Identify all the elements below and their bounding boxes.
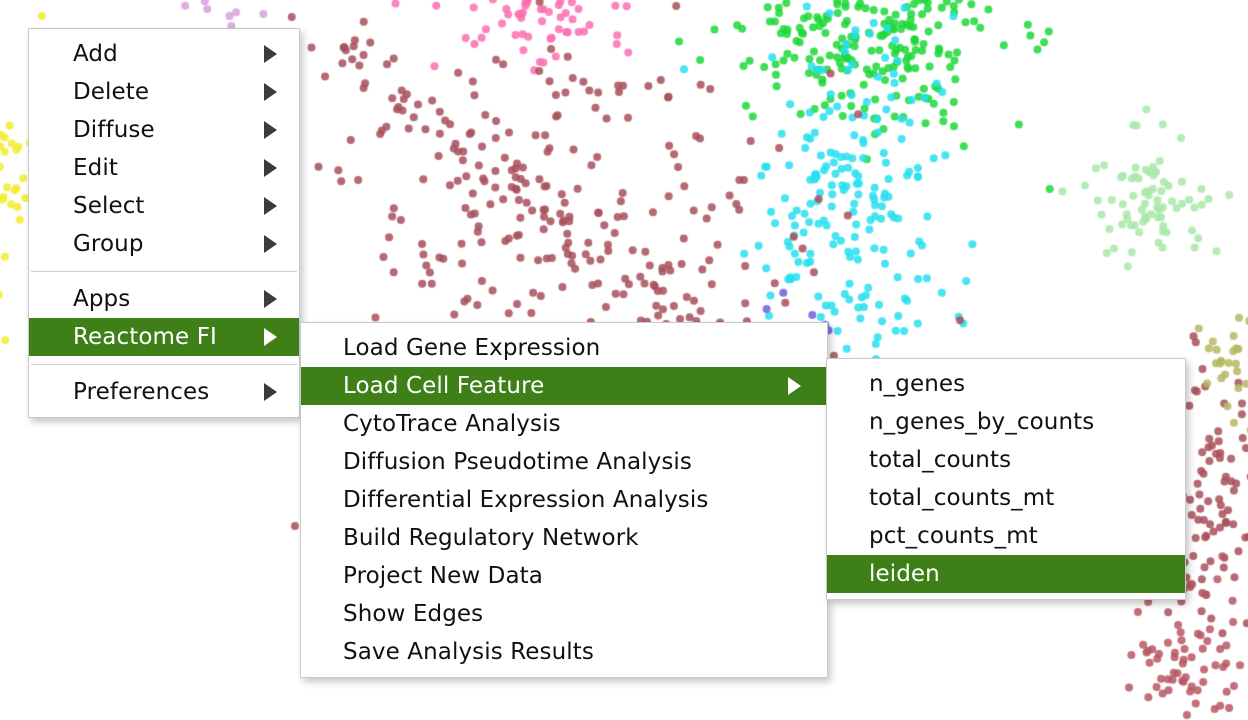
menu-item-label: Differential Expression Analysis bbox=[343, 486, 709, 513]
menu-item-label: Save Analysis Results bbox=[343, 638, 594, 665]
menu-item-label: Build Regulatory Network bbox=[343, 524, 639, 551]
menu-item-label: Group bbox=[73, 230, 144, 257]
menu-item-label: Delete bbox=[73, 78, 150, 105]
application-window: Add Delete Diffuse Edit Select Group Apps React… bbox=[0, 0, 1248, 720]
menu-item-group[interactable]: Group bbox=[29, 225, 299, 263]
menu-item-label: Project New Data bbox=[343, 562, 543, 589]
chevron-right-icon bbox=[264, 83, 277, 101]
menu-item-label: Diffuse bbox=[73, 116, 155, 143]
menu-item-diffusion-pseudotime-analysis[interactable]: Diffusion Pseudotime Analysis bbox=[301, 443, 827, 481]
submenu-reactome-fi[interactable]: Load Gene Expression Load Cell Feature Cyt… bbox=[300, 322, 828, 678]
menu-item-n-genes-by-counts[interactable]: n_genes_by_counts bbox=[827, 403, 1185, 441]
menu-item-select[interactable]: Select bbox=[29, 187, 299, 225]
chevron-right-icon bbox=[264, 235, 277, 253]
menu-item-show-edges[interactable]: Show Edges bbox=[301, 595, 827, 633]
menu-item-label: Apps bbox=[73, 285, 131, 312]
menu-item-total-counts-mt[interactable]: total_counts_mt bbox=[827, 479, 1185, 517]
menu-item-label: total_counts bbox=[869, 446, 1012, 473]
menu-item-label: Add bbox=[73, 40, 118, 67]
menu-item-load-cell-feature[interactable]: Load Cell Feature bbox=[301, 367, 827, 405]
menu-item-reactome-fi[interactable]: Reactome FI bbox=[29, 318, 299, 356]
menu-item-delete[interactable]: Delete bbox=[29, 73, 299, 111]
menu-item-total-counts[interactable]: total_counts bbox=[827, 441, 1185, 479]
menu-item-label: leiden bbox=[869, 560, 940, 587]
menu-item-add[interactable]: Add bbox=[29, 35, 299, 73]
submenu-load-cell-feature[interactable]: n_genes n_genes_by_counts total_countstota… bbox=[826, 358, 1186, 600]
menu-separator bbox=[31, 364, 297, 365]
menu-item-preferences[interactable]: Preferences bbox=[29, 373, 299, 411]
menu-item-label: pct_counts_mt bbox=[869, 522, 1038, 549]
chevron-right-icon bbox=[264, 328, 277, 346]
chevron-right-icon bbox=[788, 377, 801, 395]
menu-item-pct-counts-mt[interactable]: pct_counts_mt bbox=[827, 517, 1185, 555]
chevron-right-icon bbox=[264, 45, 277, 63]
chevron-right-icon bbox=[264, 383, 277, 401]
menu-item-apps[interactable]: Apps bbox=[29, 280, 299, 318]
menu-separator bbox=[31, 271, 297, 272]
menu-item-label: n_genes bbox=[869, 370, 966, 397]
menu-item-project-new-data[interactable]: Project New Data bbox=[301, 557, 827, 595]
menu-item-label: Diffusion Pseudotime Analysis bbox=[343, 448, 692, 475]
chevron-right-icon bbox=[264, 159, 277, 177]
menu-item-cytotrace-analysis[interactable]: CytoTrace Analysis bbox=[301, 405, 827, 443]
menu-item-label: Load Cell Feature bbox=[343, 372, 545, 399]
menu-item-n-genes[interactable]: n_genes bbox=[827, 365, 1185, 403]
chevron-right-icon bbox=[264, 290, 277, 308]
menu-item-label: Preferences bbox=[73, 378, 210, 405]
chevron-right-icon bbox=[264, 197, 277, 215]
menu-item-differential-expression-analysis[interactable]: Differential Expression Analysis bbox=[301, 481, 827, 519]
menu-item-label: Edit bbox=[73, 154, 118, 181]
menu-item-label: Select bbox=[73, 192, 145, 219]
menu-item-label: n_genes_by_counts bbox=[869, 408, 1095, 435]
menu-item-label: Load Gene Expression bbox=[343, 334, 601, 361]
menu-item-leiden[interactable]: leiden bbox=[827, 555, 1185, 593]
menu-item-label: CytoTrace Analysis bbox=[343, 410, 561, 437]
menu-item-save-analysis-results[interactable]: Save Analysis Results bbox=[301, 633, 827, 671]
menu-item-label: Reactome FI bbox=[73, 323, 217, 350]
menu-item-label: total_counts_mt bbox=[869, 484, 1055, 511]
menu-item-build-regulatory-network[interactable]: Build Regulatory Network bbox=[301, 519, 827, 557]
menu-item-edit[interactable]: Edit bbox=[29, 149, 299, 187]
context-menu-root[interactable]: Add Delete Diffuse Edit Select Group Apps React… bbox=[28, 28, 300, 418]
chevron-right-icon bbox=[264, 121, 277, 139]
menu-item-load-gene-expression[interactable]: Load Gene Expression bbox=[301, 329, 827, 367]
menu-item-label: Show Edges bbox=[343, 600, 484, 627]
menu-item-diffuse[interactable]: Diffuse bbox=[29, 111, 299, 149]
